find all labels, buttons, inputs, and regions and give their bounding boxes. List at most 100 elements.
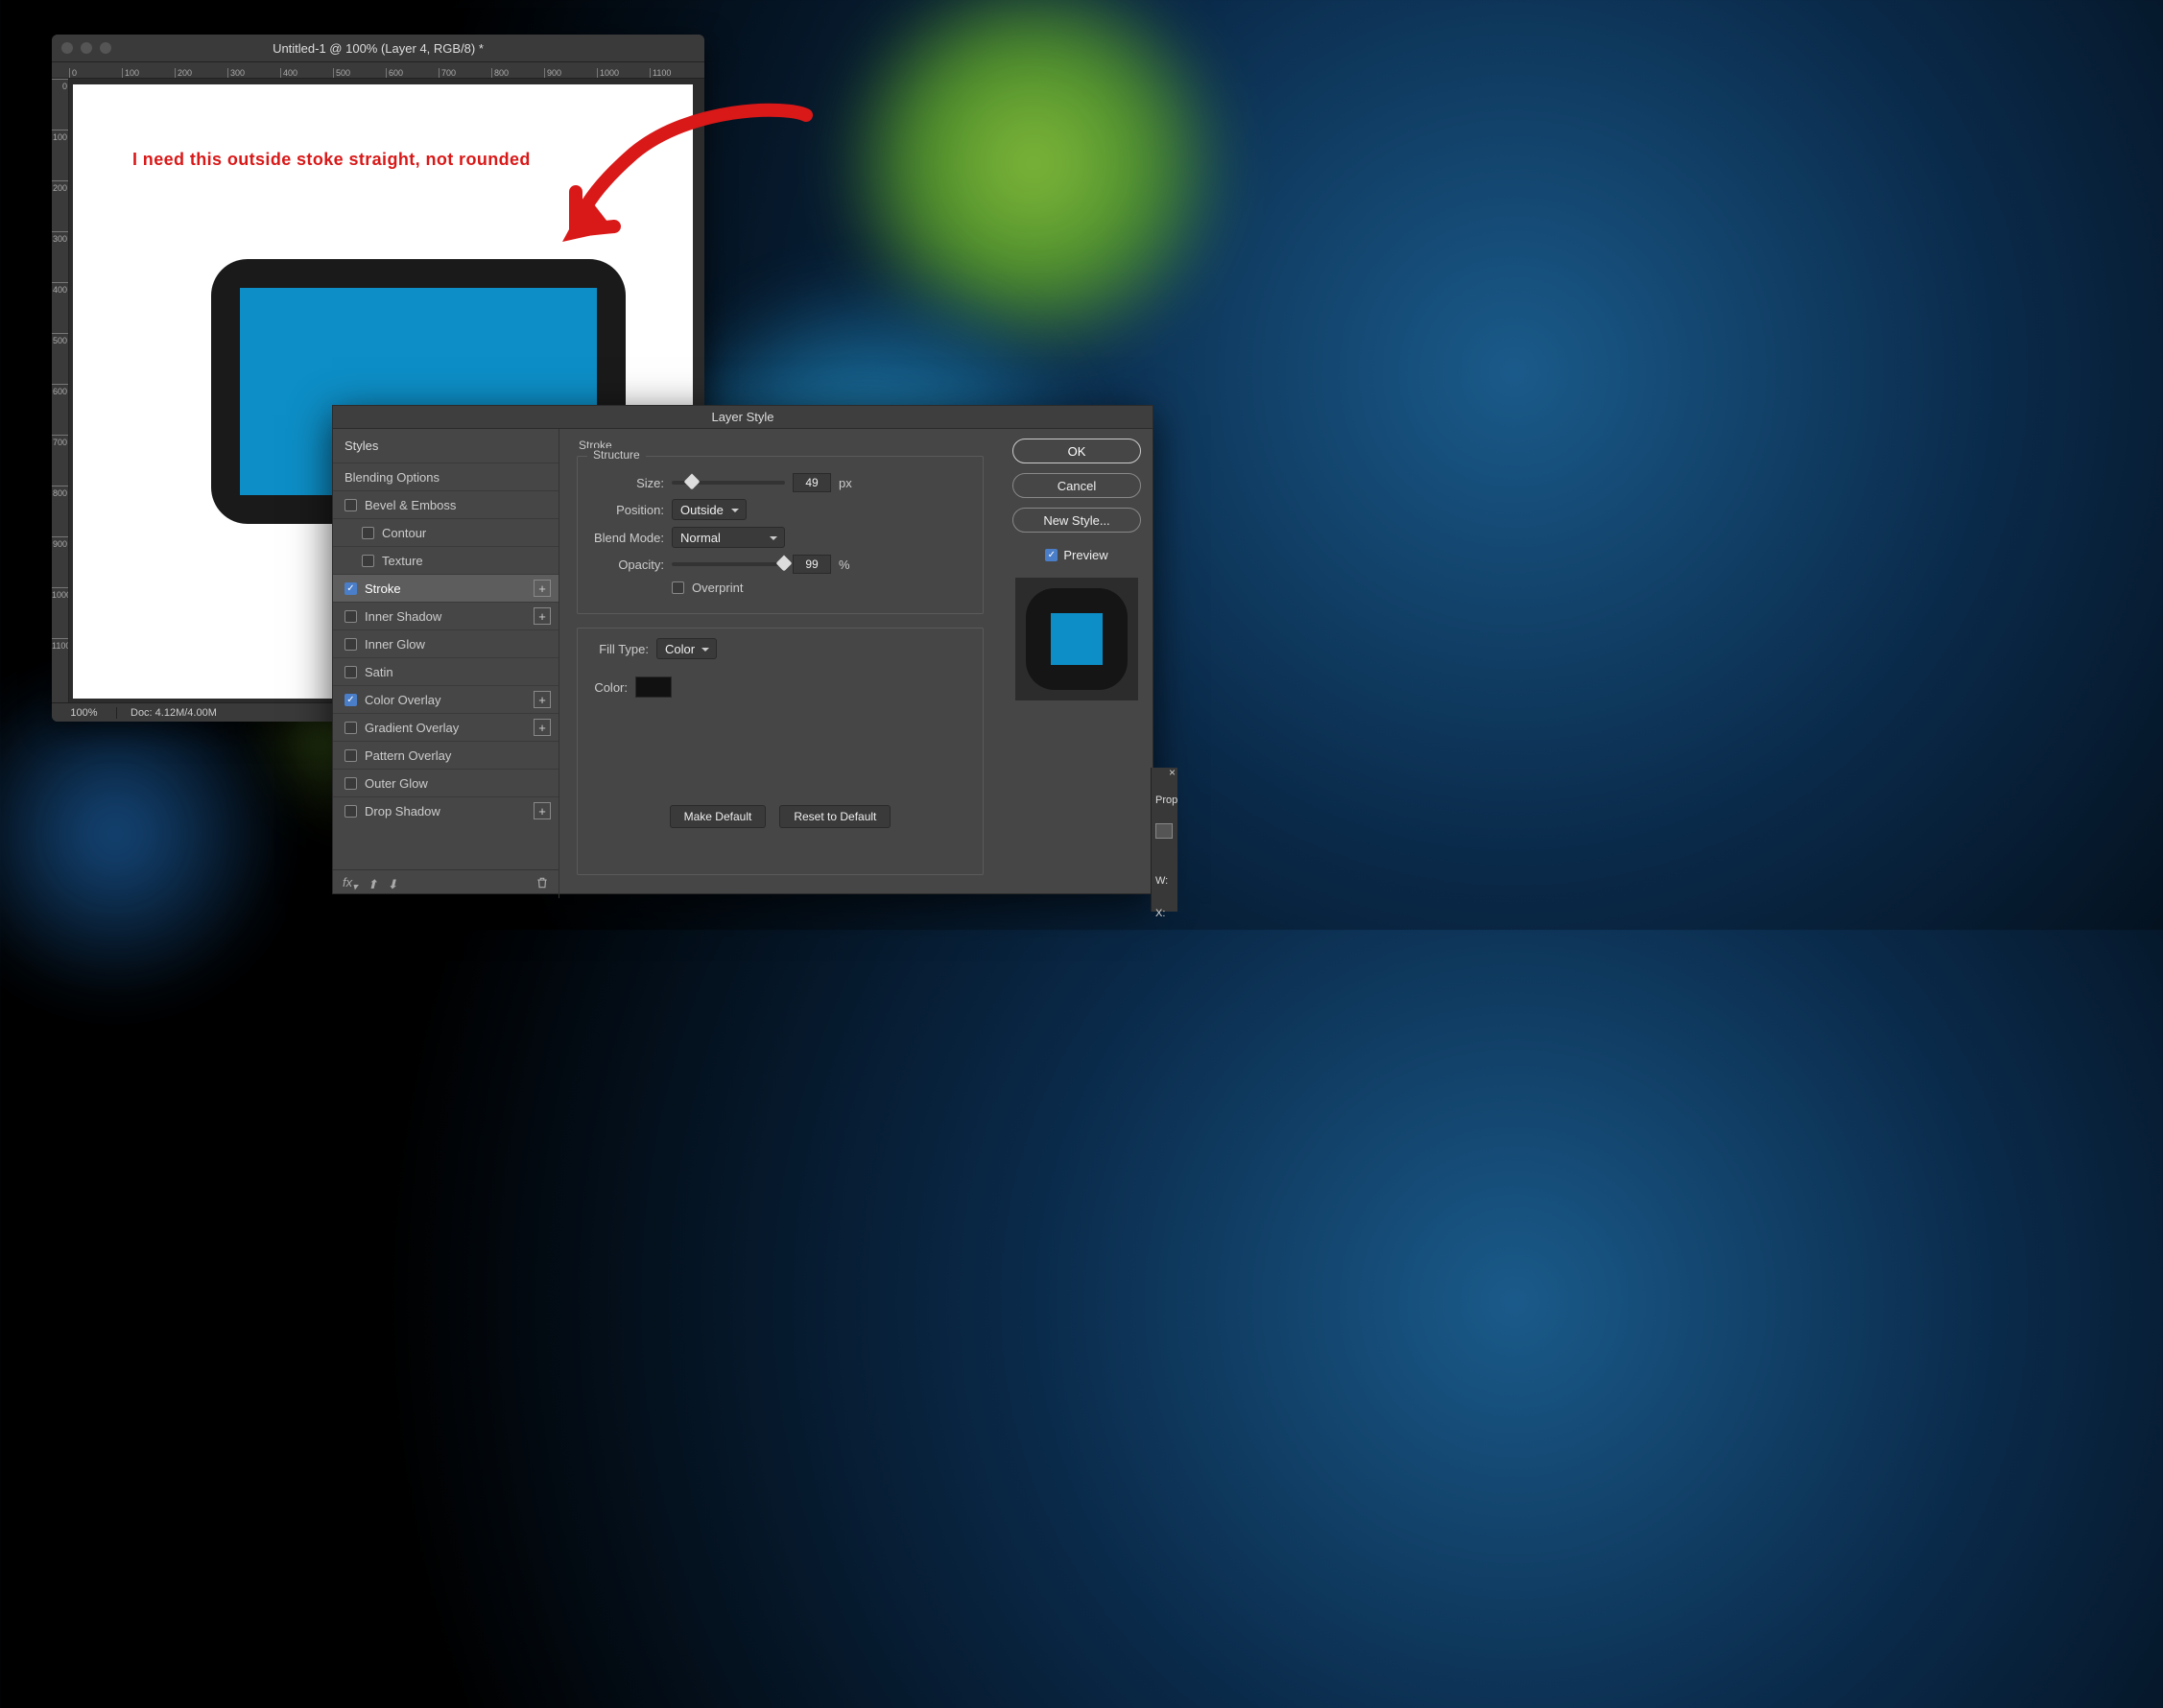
add-instance-icon[interactable]: +	[534, 691, 551, 708]
opacity-label: Opacity:	[589, 557, 664, 572]
move-up-icon[interactable]: ⬆	[368, 877, 378, 892]
trash-icon[interactable]	[535, 876, 549, 892]
style-row-gradient-overlay[interactable]: Gradient Overlay +	[333, 713, 559, 741]
style-checkbox[interactable]	[345, 610, 357, 623]
make-default-button[interactable]: Make Default	[670, 805, 767, 828]
new-style-button[interactable]: New Style...	[1012, 508, 1141, 533]
prop-title: Prop	[1155, 791, 1177, 810]
title-bar[interactable]: Untitled-1 @ 100% (Layer 4, RGB/8) *	[52, 35, 704, 61]
style-label: Texture	[382, 554, 423, 568]
color-label: Color:	[589, 680, 628, 695]
style-checkbox[interactable]	[345, 499, 357, 511]
opacity-unit: %	[839, 557, 850, 572]
style-checkbox[interactable]	[345, 777, 357, 790]
dialog-actions: OK Cancel New Style... ✓ Preview	[1001, 429, 1153, 898]
style-checkbox[interactable]	[345, 666, 357, 678]
style-row-bevel-emboss[interactable]: Bevel & Emboss	[333, 490, 559, 518]
structure-group: Structure Size: 49 px Position: Outside	[577, 456, 984, 614]
add-instance-icon[interactable]: +	[534, 719, 551, 736]
properties-panel[interactable]: × Prop W: X:	[1151, 768, 1177, 912]
preview-checkbox[interactable]: ✓	[1045, 549, 1058, 561]
ok-button[interactable]: OK	[1012, 439, 1141, 463]
layer-style-dialog: Layer Style Styles Blending Options Bevel…	[332, 405, 1153, 894]
close-dot-icon[interactable]	[61, 42, 73, 54]
structure-label: Structure	[587, 448, 646, 462]
style-row-blending-options[interactable]: Blending Options	[333, 463, 559, 490]
style-label: Drop Shadow	[365, 804, 440, 818]
close-icon[interactable]: ×	[1169, 766, 1176, 779]
size-input[interactable]: 49	[793, 473, 831, 492]
prop-w-label: W:	[1155, 871, 1177, 890]
style-row-inner-shadow[interactable]: Inner Shadow +	[333, 602, 559, 629]
color-well[interactable]	[635, 676, 672, 698]
style-row-inner-glow[interactable]: Inner Glow	[333, 629, 559, 657]
style-row-texture[interactable]: Texture	[333, 546, 559, 574]
annotation-text: I need this outside stoke straight, not …	[132, 150, 531, 170]
position-dropdown[interactable]: Outside	[672, 499, 747, 520]
overprint-checkbox[interactable]	[672, 581, 684, 594]
ruler-horizontal[interactable]: 010020030040050060070080090010001100	[52, 61, 704, 79]
style-checkbox[interactable]: ✓	[345, 694, 357, 706]
preview-label: Preview	[1063, 548, 1107, 562]
stroke-settings: Stroke Structure Size: 49 px Position: O…	[559, 429, 1001, 898]
prop-x-label: X:	[1155, 904, 1177, 923]
window-controls[interactable]	[61, 42, 111, 54]
style-row-satin[interactable]: Satin	[333, 657, 559, 685]
blend-dropdown[interactable]: Normal	[672, 527, 785, 548]
style-checkbox[interactable]	[362, 555, 374, 567]
position-label: Position:	[589, 503, 664, 517]
reset-default-button[interactable]: Reset to Default	[779, 805, 891, 828]
filltype-dropdown[interactable]: Color	[656, 638, 717, 659]
dialog-title[interactable]: Layer Style	[333, 406, 1153, 429]
add-instance-icon[interactable]: +	[534, 802, 551, 819]
style-label: Contour	[382, 526, 426, 540]
style-checkbox[interactable]	[345, 638, 357, 651]
style-label: Blending Options	[345, 470, 440, 485]
style-checkbox[interactable]	[362, 527, 374, 539]
minimize-dot-icon[interactable]	[81, 42, 92, 54]
style-label: Inner Shadow	[365, 609, 441, 624]
zoom-level[interactable]: 100%	[52, 707, 117, 719]
cancel-button[interactable]: Cancel	[1012, 473, 1141, 498]
style-row-stroke[interactable]: ✓ Stroke +	[333, 574, 559, 602]
styles-list: Styles Blending Options Bevel & Emboss Con…	[333, 429, 559, 898]
size-slider[interactable]	[672, 481, 785, 485]
size-unit: px	[839, 476, 852, 490]
size-label: Size:	[589, 476, 664, 490]
style-label: Stroke	[365, 581, 401, 596]
style-checkbox[interactable]	[345, 749, 357, 762]
add-instance-icon[interactable]: +	[534, 580, 551, 597]
pixel-layer-icon[interactable]	[1155, 823, 1173, 839]
opacity-slider[interactable]	[672, 562, 785, 566]
style-row-outer-glow[interactable]: Outer Glow	[333, 769, 559, 796]
styles-header[interactable]: Styles	[333, 429, 559, 463]
zoom-dot-icon[interactable]	[100, 42, 111, 54]
style-label: Bevel & Emboss	[365, 498, 456, 512]
style-row-drop-shadow[interactable]: Drop Shadow +	[333, 796, 559, 824]
style-row-pattern-overlay[interactable]: Pattern Overlay	[333, 741, 559, 769]
fill-group: Fill Type: Color Color: Make Default Res…	[577, 628, 984, 875]
fx-menu[interactable]: fx▾	[343, 875, 358, 893]
doc-size[interactable]: Doc: 4.12M/4.00M	[117, 707, 271, 719]
document-title: Untitled-1 @ 100% (Layer 4, RGB/8) *	[52, 41, 704, 56]
filltype-label: Fill Type:	[589, 642, 649, 656]
ruler-vertical[interactable]: 010020030040050060070080090010001100	[52, 79, 69, 702]
overprint-label: Overprint	[692, 581, 743, 595]
blend-label: Blend Mode:	[589, 531, 664, 545]
preview-swatch	[1015, 578, 1138, 700]
add-instance-icon[interactable]: +	[534, 607, 551, 625]
style-row-contour[interactable]: Contour	[333, 518, 559, 546]
style-checkbox[interactable]	[345, 722, 357, 734]
style-checkbox[interactable]	[345, 805, 357, 818]
style-label: Inner Glow	[365, 637, 425, 652]
style-label: Color Overlay	[365, 693, 440, 707]
opacity-input[interactable]: 99	[793, 555, 831, 574]
style-checkbox[interactable]: ✓	[345, 582, 357, 595]
fx-toolbar: fx▾ ⬆ ⬇	[333, 869, 559, 898]
style-label: Satin	[365, 665, 393, 679]
style-label: Pattern Overlay	[365, 748, 451, 763]
style-label: Gradient Overlay	[365, 721, 459, 735]
style-row-color-overlay[interactable]: ✓ Color Overlay +	[333, 685, 559, 713]
move-down-icon[interactable]: ⬇	[387, 877, 397, 892]
style-label: Outer Glow	[365, 776, 428, 791]
